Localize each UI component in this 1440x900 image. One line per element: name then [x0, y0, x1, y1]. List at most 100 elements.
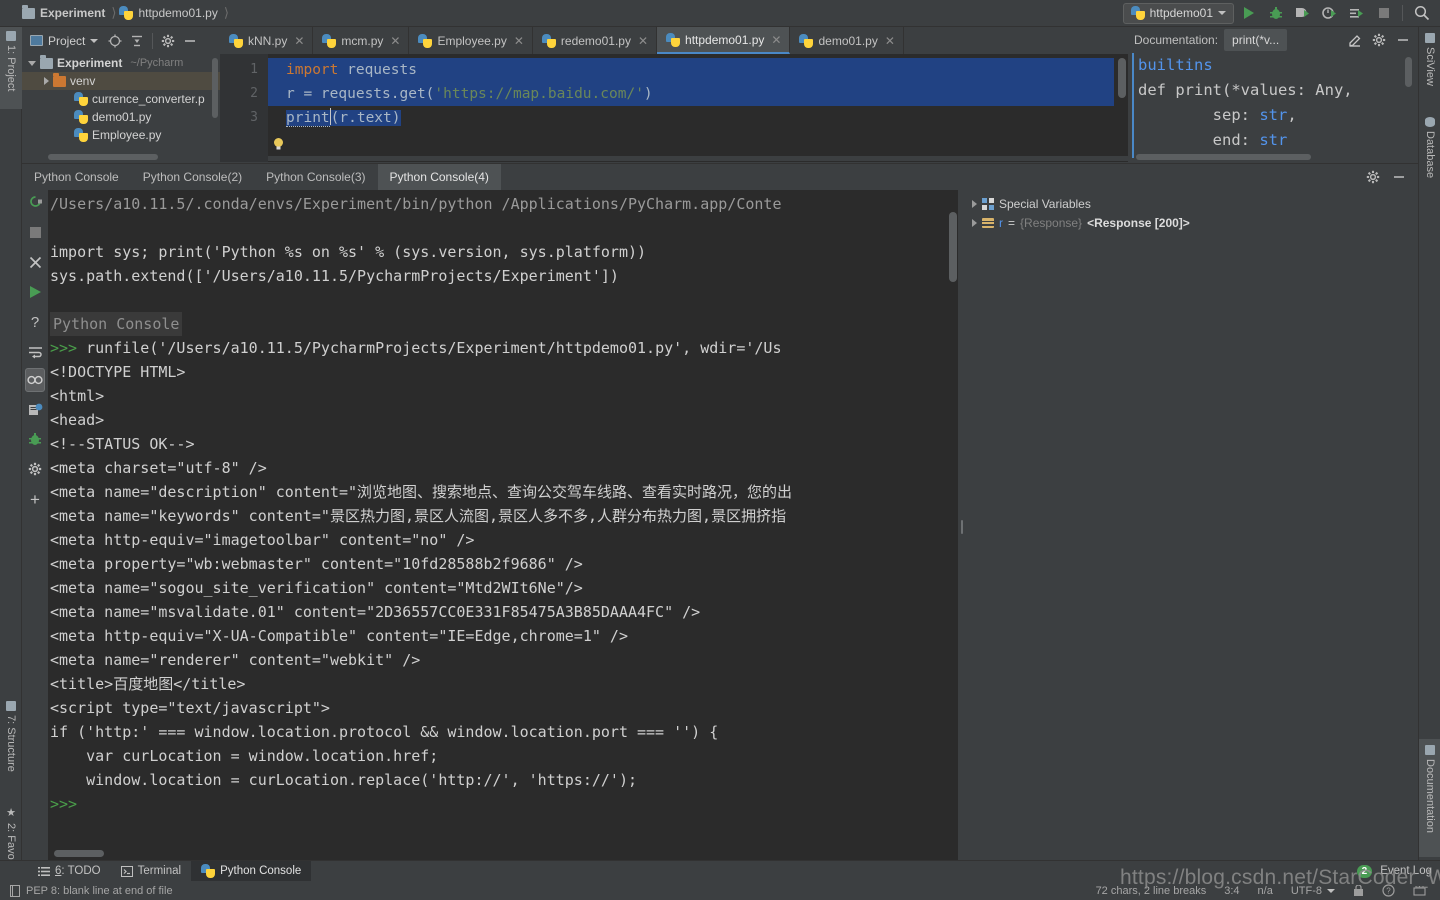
run-button[interactable] — [1236, 2, 1261, 25]
variables-row-special[interactable]: Special Variables — [966, 194, 1418, 213]
console-splitter[interactable] — [958, 190, 966, 860]
new-console-icon[interactable]: + — [22, 487, 48, 511]
documentation-vertical-scrollbar[interactable] — [1405, 57, 1412, 87]
close-icon[interactable] — [22, 250, 48, 274]
prompt-marker: >>> — [50, 339, 87, 357]
intention-bulb-icon[interactable] — [272, 137, 285, 151]
sidebar-item-database[interactable]: Database — [1419, 113, 1440, 195]
close-icon[interactable]: ✕ — [514, 34, 524, 48]
chevron-right-icon[interactable] — [972, 199, 977, 208]
console-line: <meta name="description" content="浏览地图、搜… — [50, 483, 793, 501]
minimize-icon[interactable] — [1392, 29, 1414, 51]
gear-icon[interactable] — [157, 30, 179, 52]
search-icon[interactable] — [1409, 2, 1434, 25]
chevron-down-icon[interactable] — [28, 60, 36, 66]
console-horizontal-scrollbar[interactable] — [54, 850, 104, 857]
minimize-icon[interactable] — [179, 30, 201, 52]
close-icon[interactable]: ✕ — [390, 34, 400, 48]
code-text: r = requests.get( — [286, 86, 435, 102]
gear-icon[interactable] — [1368, 29, 1390, 51]
tab-python-console[interactable]: Python Console — [22, 164, 131, 191]
breadcrumb-item-project[interactable]: Experiment — [22, 0, 105, 27]
close-icon[interactable]: ✕ — [638, 34, 648, 48]
editor-tab-active[interactable]: httpdemo01.py ✕ — [657, 27, 791, 54]
tree-vertical-scrollbar[interactable] — [212, 58, 218, 118]
profile-button[interactable] — [1317, 2, 1342, 25]
console-header-label: Python Console — [50, 312, 183, 336]
breadcrumb-item-file[interactable]: httpdemo01.py — [119, 0, 218, 27]
tree-horizontal-scrollbar[interactable] — [48, 154, 158, 160]
code-function: print — [286, 110, 330, 127]
tab-python-console-4[interactable]: Python Console(4) — [377, 163, 501, 191]
sidebar-item-project[interactable]: 1: Project — [0, 27, 22, 109]
python-file-icon — [666, 32, 681, 47]
documentation-tab[interactable]: print(*v... — [1224, 29, 1288, 51]
soft-wrap-icon[interactable] — [22, 340, 48, 364]
python-file-icon — [74, 128, 88, 142]
tab-python-console-3[interactable]: Python Console(3) — [254, 164, 377, 191]
bottom-item-todo[interactable]: 6: TODO — [28, 861, 111, 882]
editor-vertical-scrollbar[interactable] — [1118, 58, 1126, 98]
inspection-message: PEP 8: blank line at end of file — [26, 884, 173, 897]
bottom-item-python-console[interactable]: Python Console — [191, 860, 312, 882]
tree-row-demo01[interactable]: demo01.py — [22, 108, 220, 126]
special-variables-panel[interactable]: Special Variables r = {Response} <Respon… — [966, 190, 1418, 860]
console-output[interactable]: /Users/a10.11.5/.conda/envs/Experiment/b… — [48, 190, 960, 860]
collapse-all-icon[interactable] — [126, 30, 148, 52]
variables-row-r[interactable]: r = {Response} <Response [200]> — [966, 213, 1418, 232]
editor-tab[interactable]: demo01.py ✕ — [790, 27, 904, 54]
use-console-icon[interactable] — [25, 368, 45, 392]
execute-icon[interactable] — [22, 280, 48, 304]
breadcrumb-separator-end-icon: ⟩ — [223, 5, 229, 20]
top-navigation-bar: Experiment ⟩ httpdemo01.py ⟩ httpdemo01 — [0, 0, 1440, 27]
minimize-icon[interactable] — [1388, 166, 1410, 188]
editor-tab[interactable]: kNN.py ✕ — [220, 27, 314, 54]
gear-icon[interactable] — [1362, 166, 1384, 188]
project-view-selector[interactable]: Project — [30, 34, 99, 48]
chevron-right-icon[interactable] — [44, 77, 49, 85]
locate-icon[interactable] — [104, 30, 126, 52]
editor-tab[interactable]: redemo01.py ✕ — [533, 27, 658, 54]
code-editor[interactable]: 1 2 3 import requests r = requests.get('… — [220, 54, 1128, 162]
close-icon[interactable]: ✕ — [771, 33, 781, 47]
editor-horizontal-scrollbar[interactable] — [268, 156, 1128, 161]
tree-row-experiment[interactable]: Experiment ~/Pycharm — [22, 54, 220, 72]
tab-python-console-2[interactable]: Python Console(2) — [131, 164, 254, 191]
tree-row-currence-converter[interactable]: currence_converter.p — [22, 90, 220, 108]
editor-text-area[interactable]: import requests r = requests.get('https:… — [268, 58, 1114, 130]
special-variables-icon — [982, 197, 994, 210]
run-configuration-selector[interactable]: httpdemo01 — [1122, 2, 1234, 24]
documentation-content: builtins def print(*values: Any, sep: st… — [1132, 53, 1414, 158]
editor-tab[interactable]: mcm.py ✕ — [313, 27, 410, 54]
console-line: if ('http:' === window.location.protocol… — [50, 723, 719, 741]
sidebar-item-sciview[interactable]: SciView — [1419, 29, 1440, 105]
settings-icon[interactable] — [22, 457, 48, 481]
chevron-right-icon[interactable] — [972, 218, 977, 227]
documentation-title: Documentation: — [1134, 33, 1219, 47]
concurrency-button[interactable] — [1344, 2, 1369, 25]
close-icon[interactable]: ✕ — [294, 34, 304, 48]
bottom-item-terminal[interactable]: Terminal — [111, 861, 191, 882]
attach-debugger-icon[interactable] — [22, 398, 48, 422]
help-icon[interactable]: ? — [22, 310, 48, 334]
console-vertical-scrollbar[interactable] — [949, 212, 957, 282]
bottom-item-label: Python Console — [220, 865, 302, 877]
sidebar-item-structure[interactable]: 7: Structure — [0, 697, 22, 792]
sidebar-item-label: 7: Structure — [5, 715, 17, 772]
code-keyword: import — [286, 62, 339, 78]
coverage-button[interactable] — [1290, 2, 1315, 25]
documentation-horizontal-scrollbar[interactable] — [1136, 154, 1311, 160]
tree-row-employee[interactable]: Employee.py — [22, 126, 220, 144]
project-tree[interactable]: Experiment ~/Pycharm venv currence_conve… — [22, 54, 220, 162]
stop-button[interactable] — [1371, 2, 1396, 25]
inspection-status[interactable]: PEP 8: blank line at end of file — [0, 884, 181, 897]
debug-icon[interactable] — [22, 427, 48, 451]
close-icon[interactable]: ✕ — [885, 34, 895, 48]
rerun-icon[interactable] — [22, 190, 48, 212]
edit-source-icon[interactable] — [1344, 29, 1366, 51]
editor-tab[interactable]: Employee.py ✕ — [409, 27, 533, 54]
stop-icon[interactable] — [22, 220, 48, 244]
debug-button[interactable] — [1263, 2, 1288, 25]
sidebar-item-documentation[interactable]: Documentation — [1419, 739, 1440, 857]
tree-row-venv[interactable]: venv — [22, 72, 220, 90]
